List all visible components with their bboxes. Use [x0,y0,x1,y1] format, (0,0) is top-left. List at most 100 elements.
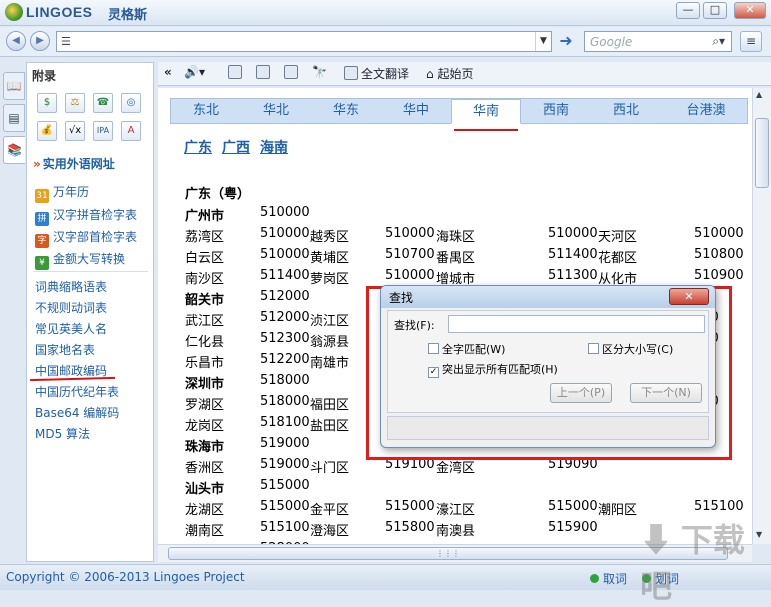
back-button[interactable]: ◀ [6,31,26,51]
clock-icon[interactable]: ◎ [121,93,141,113]
tab-region[interactable]: 华中 [381,99,451,123]
tab-region[interactable]: 华东 [311,99,381,123]
scroll-up-icon[interactable]: ▲ [756,90,762,99]
sidebar-link[interactable]: MD5 算法 [35,425,90,442]
chevron-down-icon[interactable]: ▼ [535,32,551,51]
district-name: 珠海市 [185,440,225,455]
sidebar-link[interactable]: 中国历代纪年表 [35,383,119,400]
tool-label: 汉字部首检字表 [53,230,138,244]
menu-button[interactable]: ≡ [740,31,762,52]
radical-tool[interactable]: 字汉字部首检字表 [35,228,137,248]
sidebar-link[interactable]: 词典缩略语表 [35,278,107,295]
title-bar: LINGOES 灵格斯 — □ ✕ [0,0,771,26]
tab-region-active[interactable]: 华南 [451,99,521,124]
district-name: 南澳县 [436,524,476,539]
match-case-checkbox[interactable]: 区分大小写(C) [588,341,673,357]
phone-icon[interactable]: ☎ [93,93,113,113]
pinyin-icon: 拼 [35,212,49,226]
go-button[interactable]: ➜ [556,31,576,52]
ipa-icon[interactable]: IPA [93,121,113,141]
save-icon[interactable] [256,65,273,80]
postal-code: 515900 [548,520,598,535]
find-dialog: 查找 ✕ 查找(F): 全字匹配(W) 区分大小写(C) ✓ 突出显示所有匹配项(… [380,285,716,448]
app-brand-cn: 灵格斯 [108,8,148,23]
district-name: 萝岗区 [310,272,350,287]
money-bag-icon[interactable]: 💰 [37,121,57,141]
highlight-all-checkbox[interactable]: ✓ 突出显示所有匹配项(H) [428,361,558,378]
postal-code: 515100 [694,499,744,514]
tab-region[interactable]: 西北 [591,99,661,123]
font-icon[interactable]: A [121,121,141,141]
district-name: 斗门区 [310,461,350,476]
province-link[interactable]: 广西 [222,140,250,156]
tab-region[interactable]: 东北 [171,99,241,123]
district-name: 荔湾区 [185,230,225,245]
find-label: 查找(F): [394,319,435,332]
find-previous-button[interactable]: 上一个(P) [550,383,612,403]
whole-word-checkbox[interactable]: 全字匹配(W) [428,341,505,357]
sidebar-link[interactable]: Base64 编解码 [35,404,119,421]
tab-region[interactable]: 华北 [241,99,311,123]
checkbox-box [588,343,599,354]
sidebar-link[interactable]: 常见英美人名 [35,320,107,337]
search-placeholder: Google [590,35,633,49]
capture-word-toggle[interactable]: 取词 [590,570,627,587]
square-root-icon[interactable]: √x [65,121,85,141]
sidebar-link[interactable]: 国家地名表 [35,341,95,358]
dictionary-tab-icon[interactable]: 📖 [3,72,25,100]
foreign-language-sites-link[interactable]: » 实用外语网址 [33,155,115,172]
minimize-button[interactable]: — [676,2,700,19]
search-icon[interactable]: ⌕▾ [712,34,725,49]
amount-tool[interactable]: ¥ 金额大写转换 [35,250,125,270]
speaker-icon[interactable]: 🔊▾ [184,65,205,79]
checkbox-box [428,343,439,354]
tab-region[interactable]: 西南 [521,99,591,123]
maximize-button[interactable]: □ [703,2,727,19]
home-button[interactable]: ⌂ 起始页 [426,65,473,82]
print-icon[interactable] [284,65,301,80]
arrow-right-icon: » [33,157,41,171]
collapse-button[interactable]: « [164,65,172,79]
postal-code: 510800 [694,247,744,262]
vertical-tabs: 📖 ▤ 📚 [0,62,26,562]
check-icon: ✓ [428,367,439,378]
sidebar-link[interactable]: 不规则动词表 [35,299,107,316]
forward-button[interactable]: ▶ [30,31,50,51]
scroll-thumb[interactable] [755,118,769,188]
pinyin-tool[interactable]: 拼汉字拼音检字表 [35,206,137,226]
dialog-close-button[interactable]: ✕ [669,288,709,305]
province-link[interactable]: 广东 [184,140,212,156]
district-name: 龙岗区 [185,419,225,434]
find-input[interactable] [448,315,705,333]
dialog-body: 查找(F): 全字匹配(W) 区分大小写(C) ✓ 突出显示所有匹配项(H) 上一… [387,310,709,413]
postal-code: 510000 [260,205,310,220]
postal-code: 512000 [260,289,310,304]
dialog-title-bar: 查找 ✕ [381,286,715,308]
close-button[interactable]: ✕ [734,2,766,19]
translate-button[interactable]: 全文翻译 [344,65,409,82]
postal-code: 510000 [260,247,310,262]
currency-icon[interactable]: $ [37,93,57,113]
province-link[interactable]: 海南 [260,140,288,156]
district-name: 花都区 [598,251,638,266]
calendar-tool[interactable]: 31 万年历 [35,183,89,203]
address-input[interactable]: ☰ ▼ [56,31,552,52]
find-next-button[interactable]: 下一个(N) [630,383,702,403]
district-name: 福田区 [310,398,350,413]
table-row: 荔湾区 510000 越秀区 510000 海珠区 510000 天河区 510000 [158,226,752,247]
scale-icon[interactable]: ⚖ [65,93,85,113]
navigation-bar: ◀ ▶ ☰ ▼ ➜ Google ⌕▾ ≡ [0,27,771,57]
district-name: 深圳市 [185,377,225,392]
document-tab-icon[interactable]: ▤ [3,104,25,132]
province-links: 广东 广西 海南 [184,137,298,157]
lingoes-logo-icon [5,3,23,21]
calendar-icon: 31 [35,189,49,203]
find-icon[interactable]: 🔭 [312,65,327,79]
tab-region[interactable]: 台港澳 [671,99,741,123]
vertical-scrollbar[interactable]: ▲ ▼ [752,88,771,544]
copy-icon[interactable] [228,65,245,80]
postal-code: 510000 [385,268,435,283]
postal-code: 511400 [260,268,310,283]
appendix-tab-icon[interactable]: 📚 [3,136,25,164]
search-input[interactable]: Google ⌕▾ [584,31,732,52]
